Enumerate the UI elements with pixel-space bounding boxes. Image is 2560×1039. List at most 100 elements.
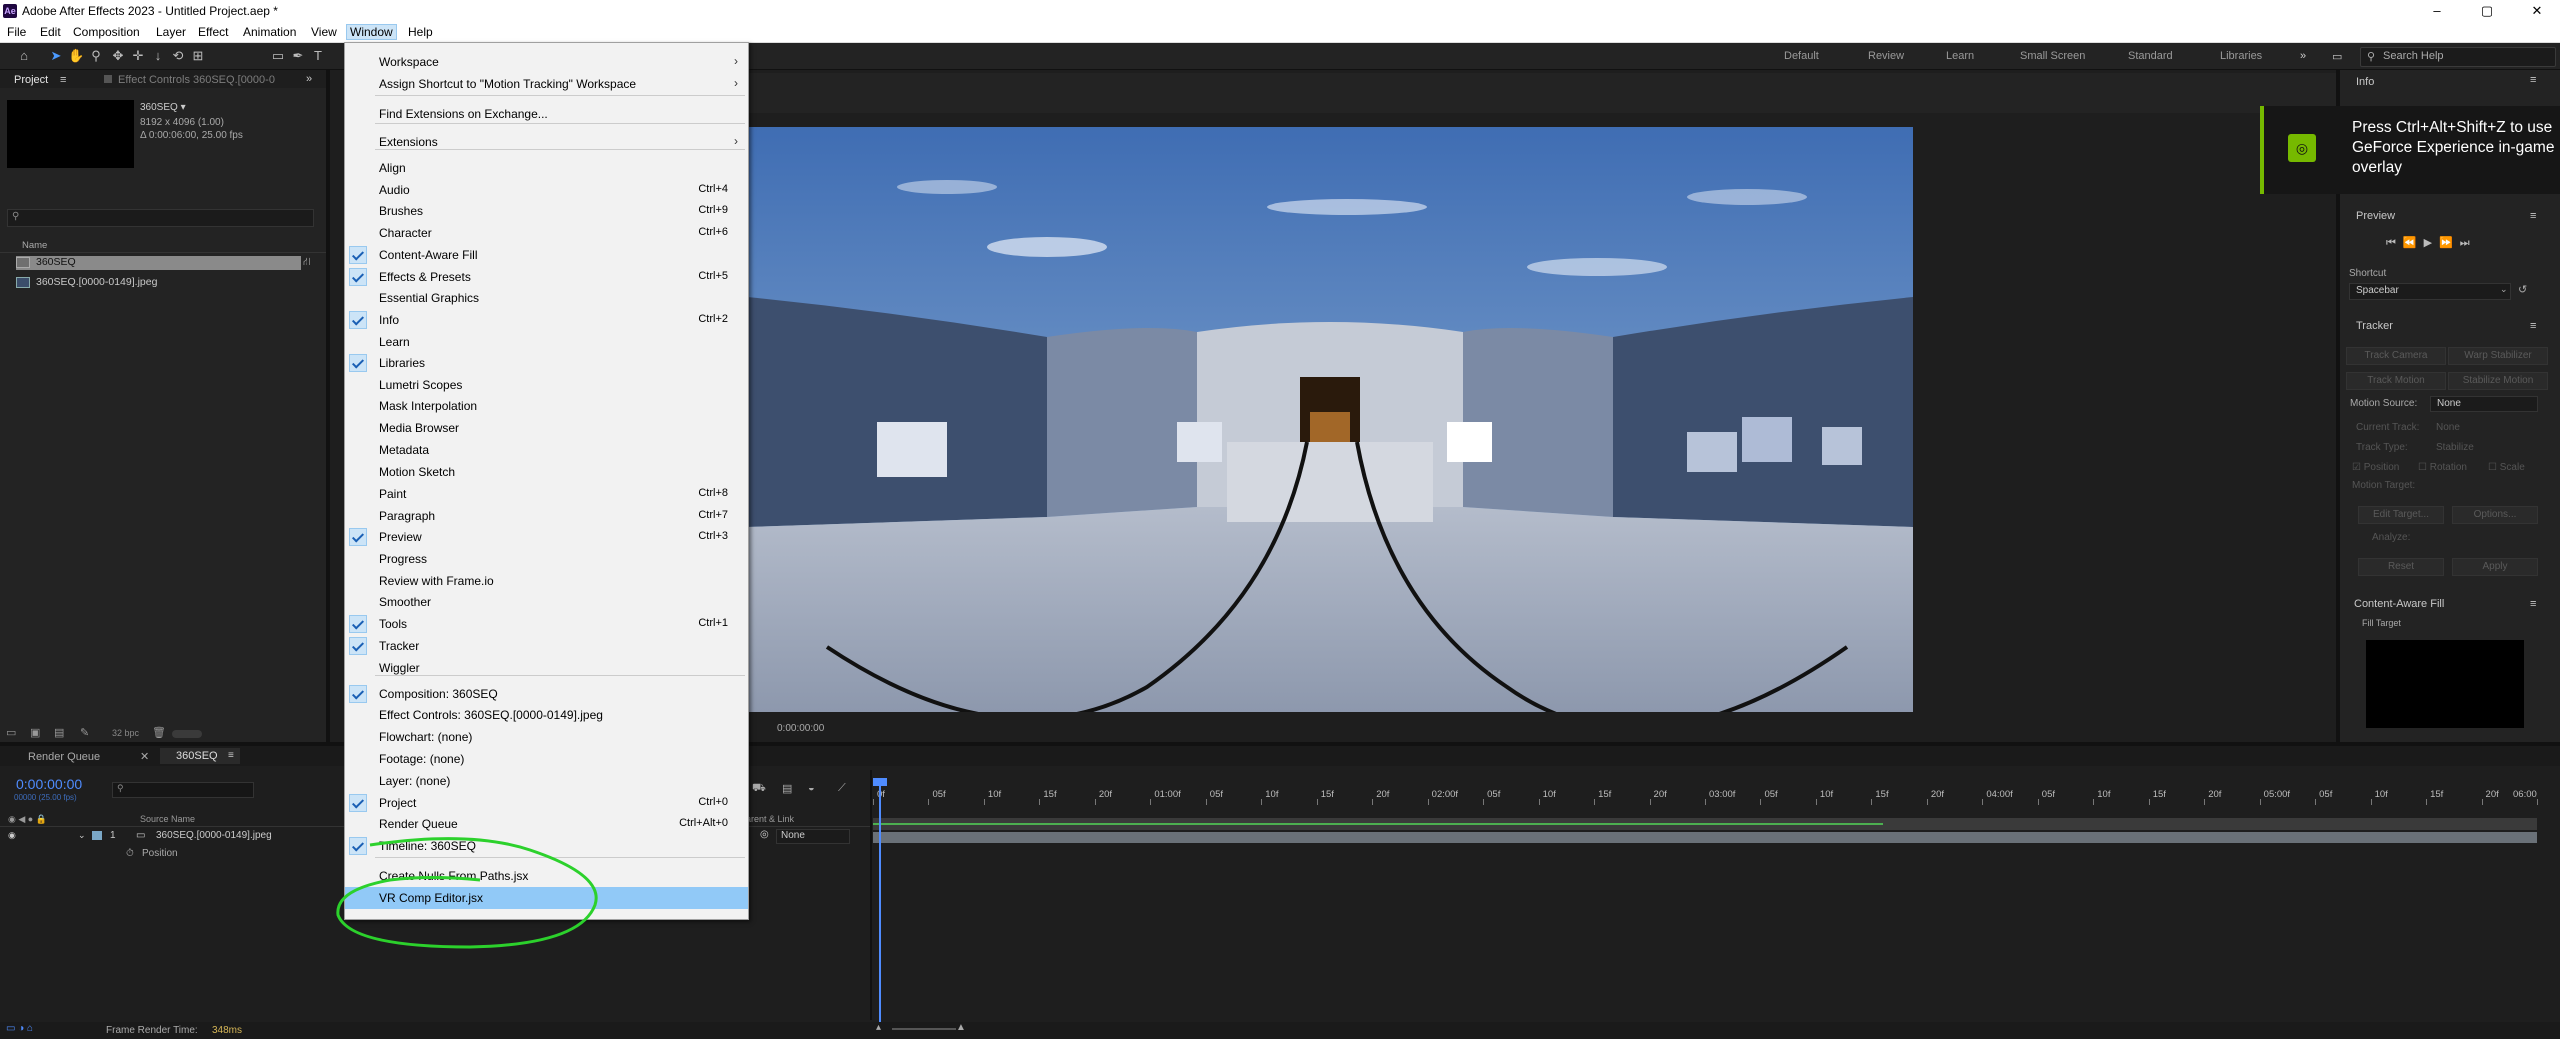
- interpret-footage-icon[interactable]: ▭: [6, 726, 16, 739]
- more-workspaces-icon[interactable]: »: [2300, 50, 2306, 62]
- comp-flowchart-icon[interactable]: ⛟: [752, 782, 766, 796]
- hand-tool-icon[interactable]: ✋: [68, 48, 84, 64]
- info-panel-title[interactable]: Info: [2356, 76, 2374, 88]
- window-menu-item[interactable]: Workspace ›: [345, 51, 748, 73]
- window-menu-item[interactable]: Extensions ›: [345, 131, 748, 153]
- window-menu-item[interactable]: Paint Ctrl+8: [345, 483, 748, 505]
- scale-checkbox[interactable]: ☐ Scale: [2488, 462, 2525, 473]
- menu-help[interactable]: Help: [405, 25, 436, 39]
- menu-animation[interactable]: Animation: [240, 25, 299, 39]
- minimize-button[interactable]: –: [2414, 0, 2460, 22]
- window-menu-item[interactable]: Mask Interpolation: [345, 395, 748, 417]
- project-row[interactable]: 360SEQ: [16, 256, 301, 270]
- window-menu-item[interactable]: Render Queue Ctrl+Alt+0: [345, 813, 748, 835]
- warp-stabilizer-button[interactable]: Warp Stabilizer: [2448, 347, 2548, 365]
- timeline-search-input[interactable]: ⚲: [112, 782, 254, 798]
- workspace-small-screen[interactable]: Small Screen: [2020, 50, 2085, 62]
- panel-menu-icon[interactable]: ≡: [2530, 74, 2536, 86]
- motion-source-dropdown[interactable]: None: [2430, 396, 2538, 412]
- flowchart-icon[interactable]: ⛙: [303, 256, 311, 270]
- menu-composition[interactable]: Composition: [70, 25, 143, 39]
- track-motion-button[interactable]: Track Motion: [2346, 372, 2446, 390]
- workspace-settings-icon[interactable]: ▭: [2332, 50, 2342, 63]
- thumbnail-slider[interactable]: [172, 730, 202, 738]
- workspace-default[interactable]: Default: [1784, 50, 1819, 62]
- window-menu-item[interactable]: Assign Shortcut to "Motion Tracking" Wor…: [345, 73, 748, 95]
- rect-tool-icon[interactable]: ▭: [270, 48, 286, 64]
- new-comp-icon[interactable]: ▤: [54, 726, 64, 739]
- window-menu-item[interactable]: Tools Ctrl+1: [345, 613, 748, 635]
- window-menu-item[interactable]: Lumetri Scopes: [345, 374, 748, 396]
- playhead[interactable]: [879, 782, 881, 1032]
- column-source-name[interactable]: Source Name: [140, 814, 195, 824]
- window-menu-item[interactable]: Media Browser: [345, 417, 748, 439]
- window-menu-item[interactable]: Wiggler: [345, 657, 748, 679]
- play-icon[interactable]: ▶: [2424, 237, 2439, 249]
- window-menu-item[interactable]: Composition: 360SEQ: [345, 683, 748, 705]
- work-area-bar[interactable]: [873, 818, 2537, 830]
- window-menu-item[interactable]: Tracker: [345, 635, 748, 657]
- type-tool-icon[interactable]: T: [310, 48, 326, 64]
- project-row[interactable]: 360SEQ.[0000-0149].jpeg: [16, 276, 316, 290]
- window-menu-item[interactable]: Flowchart: (none): [345, 726, 748, 748]
- window-menu-item[interactable]: Audio Ctrl+4: [345, 179, 748, 201]
- window-menu-item[interactable]: Effects & Presets Ctrl+5: [345, 266, 748, 288]
- last-frame-icon[interactable]: ⏭: [2460, 237, 2477, 249]
- viewer-timecode[interactable]: 0:00:00:00: [777, 723, 824, 734]
- zoom-slider[interactable]: [892, 1028, 956, 1030]
- panel-overflow-icon[interactable]: »: [306, 73, 312, 85]
- window-menu-item[interactable]: Learn: [345, 331, 748, 353]
- current-time-display[interactable]: 0:00:00:00: [16, 776, 82, 792]
- parent-dropdown[interactable]: None: [776, 829, 850, 844]
- selection-tool-icon[interactable]: ➤: [48, 48, 64, 64]
- menu-layer[interactable]: Layer: [153, 25, 189, 39]
- expand-arrow-icon[interactable]: ⌄: [78, 830, 86, 841]
- workspace-standard[interactable]: Standard: [2128, 50, 2173, 62]
- window-menu-item[interactable]: Align: [345, 157, 748, 179]
- window-menu-item[interactable]: Content-Aware Fill: [345, 244, 748, 266]
- home-icon[interactable]: ⌂: [16, 48, 32, 64]
- menu-view[interactable]: View: [308, 25, 340, 39]
- composition-image[interactable]: [747, 127, 1913, 712]
- trash-icon[interactable]: 🗑: [152, 726, 166, 739]
- apply-button[interactable]: Apply: [2452, 558, 2538, 576]
- motion-blur-icon[interactable]: ◒: [808, 782, 815, 794]
- layer-duration-bar[interactable]: [873, 832, 2537, 843]
- window-menu-item[interactable]: Find Extensions on Exchange...: [345, 103, 748, 125]
- tab-effect-controls[interactable]: Effect Controls 360SEQ.[0000-0: [104, 74, 275, 86]
- window-menu-item[interactable]: Metadata: [345, 439, 748, 461]
- menu-effect[interactable]: Effect: [195, 25, 231, 39]
- timeline-divider[interactable]: [870, 770, 872, 1020]
- window-menu-item[interactable]: Character Ctrl+6: [345, 222, 748, 244]
- tab-timeline-360seq[interactable]: 360SEQ ≡: [160, 748, 240, 764]
- window-menu-item[interactable]: Progress: [345, 548, 748, 570]
- new-folder-icon[interactable]: ▣: [30, 726, 40, 739]
- zoom-out-icon[interactable]: ▴: [876, 1022, 881, 1033]
- tracker-panel-title[interactable]: Tracker: [2356, 320, 2393, 332]
- maximize-button[interactable]: ▢: [2464, 0, 2510, 22]
- workspace-libraries[interactable]: Libraries: [2220, 50, 2262, 62]
- menu-edit[interactable]: Edit: [37, 25, 64, 39]
- window-menu-item[interactable]: Info Ctrl+2: [345, 309, 748, 331]
- window-menu-item[interactable]: Paragraph Ctrl+7: [345, 505, 748, 527]
- options-button[interactable]: Options...: [2452, 506, 2538, 524]
- anchor-tool-icon[interactable]: ⊞: [190, 48, 206, 64]
- close-button[interactable]: ✕: [2514, 0, 2560, 22]
- project-search-input[interactable]: ⚲: [7, 209, 314, 227]
- window-menu-item[interactable]: Footage: (none): [345, 748, 748, 770]
- time-ruler[interactable]: 0f05f10f15f20f01:00f05f10f15f20f02:00f05…: [873, 785, 2538, 805]
- window-menu-item[interactable]: Project Ctrl+0: [345, 792, 748, 814]
- workspace-review[interactable]: Review: [1868, 50, 1904, 62]
- stopwatch-icon[interactable]: ⏱: [126, 848, 134, 859]
- track-camera-button[interactable]: Track Camera: [2346, 347, 2446, 365]
- footer-toggle-icons[interactable]: ▭ ◑ ⌂: [6, 1023, 33, 1034]
- menu-file[interactable]: File: [4, 25, 29, 39]
- rotate-tool-icon[interactable]: ⟲: [170, 48, 186, 64]
- tab-project[interactable]: Project: [14, 74, 48, 86]
- stabilize-motion-button[interactable]: Stabilize Motion: [2448, 372, 2548, 390]
- window-menu-item[interactable]: Brushes Ctrl+9: [345, 200, 748, 222]
- reset-button[interactable]: Reset: [2358, 558, 2444, 576]
- dolly-tool-icon[interactable]: ↓: [150, 48, 166, 64]
- prev-frame-icon[interactable]: ⏪: [2403, 237, 2424, 249]
- layer-name[interactable]: 360SEQ.[0000-0149].jpeg: [156, 830, 272, 841]
